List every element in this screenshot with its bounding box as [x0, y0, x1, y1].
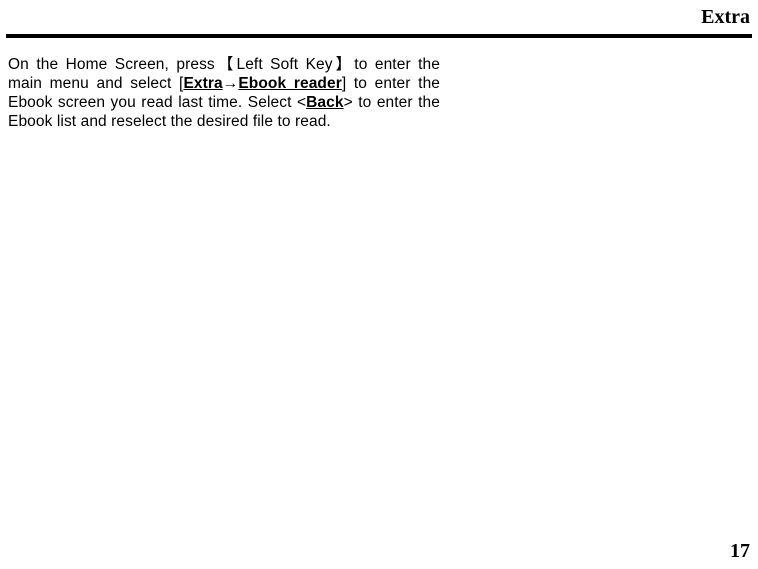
- menu-path-extra: Extra: [183, 75, 222, 92]
- page-header-title: Extra: [701, 6, 750, 29]
- back-option: Back: [306, 94, 343, 111]
- header-divider: [6, 34, 752, 38]
- page-number: 17: [730, 540, 750, 563]
- bracket-close: 】: [333, 56, 355, 73]
- arrow-icon: →: [223, 75, 239, 92]
- text-segment: On the Home Screen, press: [8, 56, 215, 73]
- key-name: Left Soft Key: [236, 56, 332, 73]
- bracket-open: 【: [215, 56, 237, 73]
- menu-path-ebook: Ebook reader: [238, 75, 342, 92]
- body-paragraph: On the Home Screen, press【Left Soft Key】…: [8, 56, 440, 132]
